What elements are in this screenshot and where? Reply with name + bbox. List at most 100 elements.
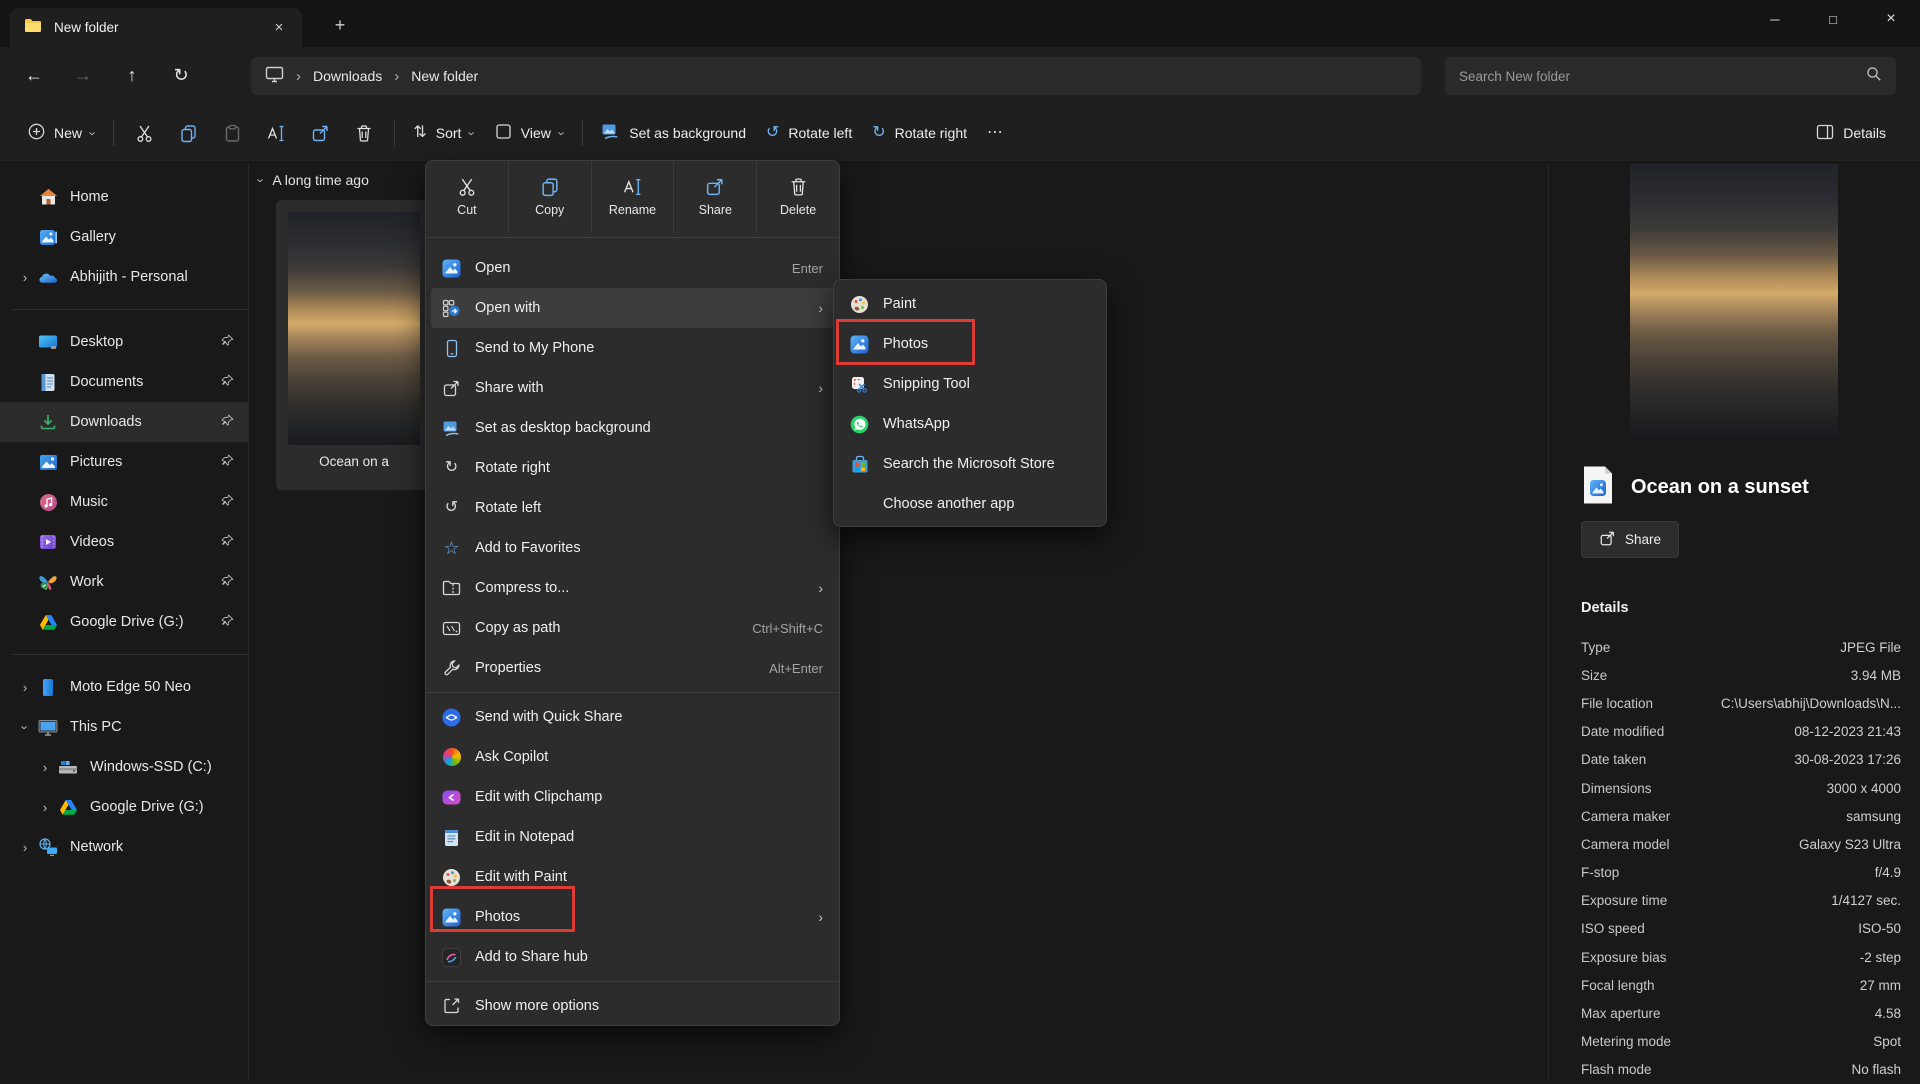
menu-item-rotate-right[interactable]: ↻ Rotate right — [431, 448, 834, 488]
breadcrumb-downloads[interactable]: Downloads — [313, 68, 382, 84]
new-tab-button[interactable]: + — [326, 13, 354, 39]
view-button[interactable]: View › — [485, 114, 574, 152]
cut-button[interactable] — [122, 114, 166, 152]
sidebar-item-videos[interactable]: Videos — [0, 522, 248, 562]
snipping-tool-icon — [850, 375, 869, 394]
sidebar-item-desktop[interactable]: Desktop — [0, 322, 248, 362]
detail-row-focal-length: Focal length27 mm — [1581, 971, 1901, 999]
sidebar-item-work[interactable]: Work — [0, 562, 248, 602]
detail-row-type: TypeJPEG File — [1581, 633, 1901, 661]
menu-item-open[interactable]: Open Enter — [431, 248, 834, 288]
share-quick-action[interactable]: Share — [673, 161, 756, 233]
search-input[interactable] — [1445, 69, 1866, 84]
menu-item-show-more-options[interactable]: Show more options — [431, 986, 834, 1026]
menu-divider — [426, 981, 839, 982]
details-pane-toggle[interactable]: Details — [1806, 114, 1896, 152]
sidebar-item-home[interactable]: Home — [0, 177, 248, 217]
menu-item-edit-in-notepad[interactable]: Edit in Notepad — [431, 817, 834, 857]
chevron-right-icon[interactable]: › — [12, 270, 38, 285]
menu-item-open-with[interactable]: Open with › — [431, 288, 834, 328]
submenu-arrow-icon: › — [818, 580, 823, 596]
sidebar-item-network[interactable]: › Network — [0, 827, 248, 867]
menu-item-rotate-left[interactable]: ↺ Rotate left — [431, 488, 834, 528]
detail-row-camera-model: Camera modelGalaxy S23 Ultra — [1581, 830, 1901, 858]
detail-row-max-aperture: Max aperture4.58 — [1581, 999, 1901, 1027]
menu-item-send-with-quick-share[interactable]: Send with Quick Share — [431, 697, 834, 737]
more-options-button[interactable]: ⋯ — [977, 114, 1013, 152]
open-with-submenu: Paint Photos Snipping Tool WhatsApp Sear… — [833, 279, 1107, 527]
menu-item-add-to-share-hub[interactable]: Add to Share hub — [431, 937, 834, 977]
set-as-background-button[interactable]: Set as background — [591, 114, 756, 152]
group-header-a-long-time-ago[interactable]: › A long time ago — [259, 172, 369, 188]
rotate-left-label: Rotate left — [788, 125, 852, 141]
menu-item-share-with[interactable]: Share with › — [431, 368, 834, 408]
sidebar-item-pictures[interactable]: Pictures — [0, 442, 248, 482]
back-button[interactable]: ← — [14, 56, 54, 94]
copy-button[interactable] — [166, 114, 210, 152]
paste-button[interactable] — [210, 114, 254, 152]
maximize-button[interactable]: □ — [1804, 0, 1862, 38]
menu-item-ask-copilot[interactable]: Ask Copilot — [431, 737, 834, 777]
chevron-right-icon[interactable]: › — [32, 800, 58, 815]
details-pane: Ocean on a sunset Share Details TypeJPEG… — [1548, 163, 1920, 1080]
sidebar-item-documents[interactable]: Documents — [0, 362, 248, 402]
sidebar-item-music[interactable]: Music — [0, 482, 248, 522]
sidebar-item-onedrive[interactable]: › Abhijith - Personal — [0, 257, 248, 297]
submenu-item-snipping-tool[interactable]: Snipping Tool — [839, 364, 1101, 404]
sidebar-item-gallery[interactable]: Gallery — [0, 217, 248, 257]
file-item-ocean-on-a-sunset[interactable]: Ocean on a — [276, 200, 432, 490]
share-button-toolbar[interactable] — [298, 114, 342, 152]
refresh-button[interactable]: ↻ — [161, 56, 201, 94]
new-button[interactable]: New › — [18, 114, 105, 152]
detail-row-exposure-time: Exposure time1/4127 sec. — [1581, 887, 1901, 915]
sidebar: Home Gallery › Abhijith - Personal Deskt… — [0, 163, 249, 1080]
submenu-item-search-microsoft-store[interactable]: Search the Microsoft Store — [839, 444, 1101, 484]
chevron-down-icon: › — [254, 178, 269, 182]
explorer-tab[interactable]: New folder × — [10, 8, 302, 47]
minimize-button[interactable]: ─ — [1746, 0, 1804, 38]
rotate-left-button[interactable]: ↺ Rotate left — [756, 114, 862, 152]
menu-item-add-to-favorites[interactable]: ☆ Add to Favorites — [431, 528, 834, 568]
rename-button[interactable] — [254, 114, 298, 152]
share-button-pane[interactable]: Share — [1581, 521, 1679, 558]
breadcrumb-new-folder[interactable]: New folder — [411, 68, 478, 84]
submenu-item-whatsapp[interactable]: WhatsApp — [839, 404, 1101, 444]
pin-icon — [221, 494, 234, 511]
submenu-item-choose-another-app[interactable]: Choose another app — [839, 484, 1101, 524]
menu-item-send-to-my-phone[interactable]: Send to My Phone — [431, 328, 834, 368]
close-button[interactable]: × — [1862, 0, 1920, 38]
sidebar-item-downloads[interactable]: Downloads — [0, 402, 248, 442]
menu-item-compress-to[interactable]: Compress to... › — [431, 568, 834, 608]
copy-quick-action[interactable]: Copy — [508, 161, 591, 233]
rotate-right-button[interactable]: ↻ Rotate right — [862, 114, 977, 152]
tab-close-icon[interactable]: × — [266, 19, 292, 36]
sidebar-item-google-drive[interactable]: Google Drive (G:) — [0, 602, 248, 642]
sidebar-item-moto-phone[interactable]: › Moto Edge 50 Neo — [0, 667, 248, 707]
chevron-right-icon[interactable]: › — [12, 840, 38, 855]
sidebar-item-google-drive-pc[interactable]: › Google Drive (G:) — [0, 787, 248, 827]
cut-quick-action[interactable]: Cut — [426, 161, 508, 233]
submenu-arrow-icon: › — [818, 300, 823, 316]
menu-item-properties[interactable]: Properties Alt+Enter — [431, 648, 834, 688]
sort-icon: ⇅ — [413, 125, 426, 141]
rename-quick-action[interactable]: Rename — [591, 161, 674, 233]
forward-button[interactable]: → — [63, 56, 103, 94]
open-with-icon — [442, 299, 461, 318]
chevron-right-icon[interactable]: › — [32, 760, 58, 775]
sidebar-item-this-pc[interactable]: › This PC — [0, 707, 248, 747]
sidebar-item-windows-ssd[interactable]: › Windows-SSD (C:) — [0, 747, 248, 787]
phone-icon — [38, 677, 58, 697]
menu-item-set-as-desktop-background[interactable]: Set as desktop background — [431, 408, 834, 448]
delete-quick-action[interactable]: Delete — [756, 161, 839, 233]
detail-row-dimensions: Dimensions3000 x 4000 — [1581, 774, 1901, 802]
chevron-right-icon[interactable]: › — [12, 680, 38, 695]
sort-button[interactable]: ⇅ Sort › — [403, 114, 484, 152]
menu-item-copy-as-path[interactable]: Copy as path Ctrl+Shift+C — [431, 608, 834, 648]
menu-item-edit-with-clipchamp[interactable]: Edit with Clipchamp — [431, 777, 834, 817]
breadcrumb[interactable]: › Downloads › New folder — [251, 57, 1421, 95]
delete-button[interactable] — [342, 114, 386, 152]
navigation-bar: ← → ↑ ↻ › Downloads › New folder — [0, 47, 1920, 104]
up-button[interactable]: ↑ — [112, 56, 152, 94]
search-box[interactable] — [1445, 57, 1896, 95]
submenu-item-paint[interactable]: Paint — [839, 284, 1101, 324]
